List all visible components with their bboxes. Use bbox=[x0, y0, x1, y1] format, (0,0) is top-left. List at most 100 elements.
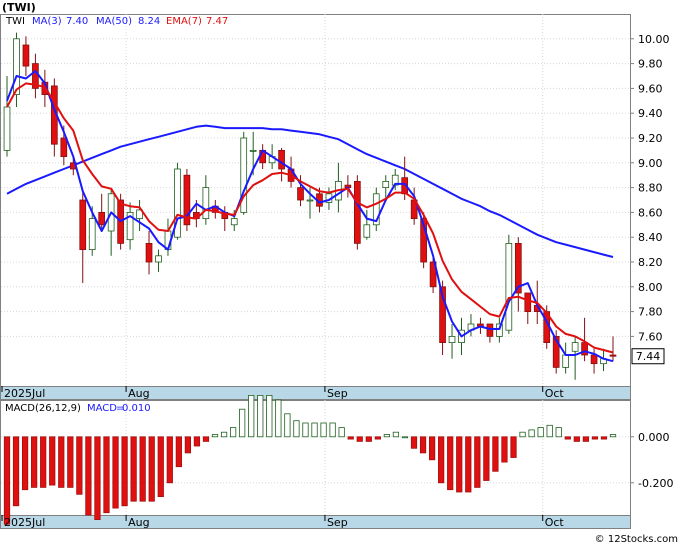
macd-bar bbox=[230, 427, 237, 438]
candle-body bbox=[145, 242, 153, 263]
macd-bar bbox=[112, 436, 119, 509]
candle-body bbox=[590, 354, 598, 365]
macd-bar bbox=[438, 436, 445, 484]
macd-bar bbox=[456, 436, 463, 493]
macd-bar bbox=[31, 436, 38, 488]
candle-body bbox=[448, 335, 456, 343]
macd-bar bbox=[365, 436, 372, 442]
macd-bar bbox=[202, 436, 210, 442]
macd-bar bbox=[392, 431, 400, 438]
macd-bar bbox=[555, 427, 562, 438]
candle-body bbox=[79, 199, 87, 250]
chart-root: 10.00 9.80 9.60 9.40 9.20 9.00 8.80 8.60 8.40 8.2… bbox=[0, 0, 680, 546]
chart-title: (TWI) bbox=[2, 1, 36, 14]
candle-body bbox=[98, 211, 106, 226]
candle-body bbox=[306, 199, 314, 202]
candle-body bbox=[22, 44, 30, 67]
macd-bar bbox=[40, 436, 47, 488]
macd-ytick-label: 0.000 bbox=[638, 431, 670, 444]
macd-bar bbox=[284, 413, 291, 438]
price-legend: TWI MA(3) 7.40 MA(50) 8.24 EMA(7) 7.47 bbox=[5, 16, 228, 27]
macd-bar bbox=[483, 436, 490, 481]
macd-bar bbox=[329, 422, 336, 438]
macd-bar bbox=[465, 436, 472, 493]
macd-bar bbox=[573, 436, 580, 442]
macd-bar bbox=[609, 434, 617, 438]
macd-bar bbox=[184, 436, 192, 454]
macd-bar bbox=[474, 436, 481, 488]
candle-body bbox=[230, 218, 238, 226]
last-price-label: 7.44 bbox=[636, 350, 661, 363]
price-ytick-label: 9.80 bbox=[638, 58, 663, 71]
macd-bar bbox=[564, 436, 571, 440]
macd-bar bbox=[320, 422, 327, 438]
macd-legend: MACD(26,12,9) MACD = 0.010 bbox=[5, 403, 151, 414]
macd-bar bbox=[257, 394, 264, 438]
candle-body bbox=[486, 323, 494, 337]
macd-xtick-label: Oct bbox=[545, 516, 565, 529]
candle-body bbox=[3, 106, 11, 151]
candle-body bbox=[278, 149, 285, 170]
macd-bar bbox=[546, 424, 553, 438]
macd-bar bbox=[94, 436, 101, 520]
macd-bar bbox=[121, 436, 128, 507]
price-xtick-label: Oct bbox=[545, 387, 565, 400]
price-xtick-label: Aug bbox=[128, 387, 149, 400]
macd-bar bbox=[139, 436, 146, 502]
macd-bar bbox=[410, 436, 418, 449]
price-ytick-label: 9.60 bbox=[638, 82, 663, 95]
price-ytick-label: 9.20 bbox=[638, 132, 663, 145]
legend-ma50-label: MA(50) bbox=[96, 16, 132, 27]
price-ytick-label: 8.20 bbox=[638, 256, 663, 269]
macd-bar bbox=[347, 436, 354, 440]
macd-bar bbox=[275, 399, 282, 438]
macd-bar bbox=[338, 427, 345, 438]
price-panel bbox=[0, 14, 631, 387]
legend-ma3-label: MA(3) bbox=[32, 16, 62, 27]
price-ytick-label: 8.00 bbox=[638, 281, 663, 294]
candle-body bbox=[297, 187, 304, 201]
macd-bar bbox=[419, 436, 427, 454]
price-xaxis-band bbox=[0, 386, 631, 400]
candle-body bbox=[249, 149, 257, 152]
legend-ma3-value: 7.40 bbox=[66, 16, 88, 27]
macd-bar bbox=[211, 434, 219, 438]
macd-bar bbox=[166, 436, 173, 484]
macd-xtick-label: Aug bbox=[128, 516, 149, 529]
macd-bar bbox=[130, 436, 137, 502]
price-xtick-label: Sep bbox=[327, 387, 348, 400]
candle-body bbox=[382, 180, 390, 188]
macd-xtick-label: Sep bbox=[327, 516, 348, 529]
macd-bar bbox=[12, 436, 20, 507]
legend-twi: TWI bbox=[5, 16, 25, 27]
candle-body bbox=[571, 342, 579, 352]
candle-body bbox=[13, 38, 20, 95]
macd-bar bbox=[266, 394, 273, 438]
macd-bar bbox=[239, 408, 246, 438]
price-ytick-label: 8.80 bbox=[638, 182, 663, 195]
macd-bar bbox=[302, 422, 309, 438]
macd-bar bbox=[447, 436, 454, 491]
price-ytick-label: 9.40 bbox=[638, 107, 663, 120]
macd-value-label: MACD bbox=[87, 403, 117, 414]
macd-bar bbox=[582, 436, 589, 442]
macd-bar bbox=[175, 436, 182, 468]
stock-chart: 10.00 9.80 9.60 9.40 9.20 9.00 8.80 8.60 8.40 8.2… bbox=[0, 1, 678, 545]
candle-body bbox=[562, 354, 569, 368]
macd-bar bbox=[311, 422, 318, 438]
price-ytick-label: 8.60 bbox=[638, 206, 663, 219]
macd-xtick-label: 2025Jul bbox=[4, 516, 45, 529]
macd-bar bbox=[220, 431, 228, 438]
candle-body bbox=[363, 224, 371, 238]
candle-body bbox=[609, 354, 617, 357]
macd-bar bbox=[67, 436, 74, 488]
price-ytick-label: 9.00 bbox=[638, 157, 663, 170]
macd-bar bbox=[157, 436, 164, 497]
macd-bar bbox=[293, 420, 300, 438]
macd-bar bbox=[356, 436, 363, 442]
macd-bar bbox=[591, 436, 599, 440]
candle-body bbox=[60, 137, 68, 158]
macd-bar bbox=[103, 436, 110, 514]
candle-body bbox=[354, 180, 361, 244]
macd-ytick-label: -0.200 bbox=[638, 477, 673, 490]
